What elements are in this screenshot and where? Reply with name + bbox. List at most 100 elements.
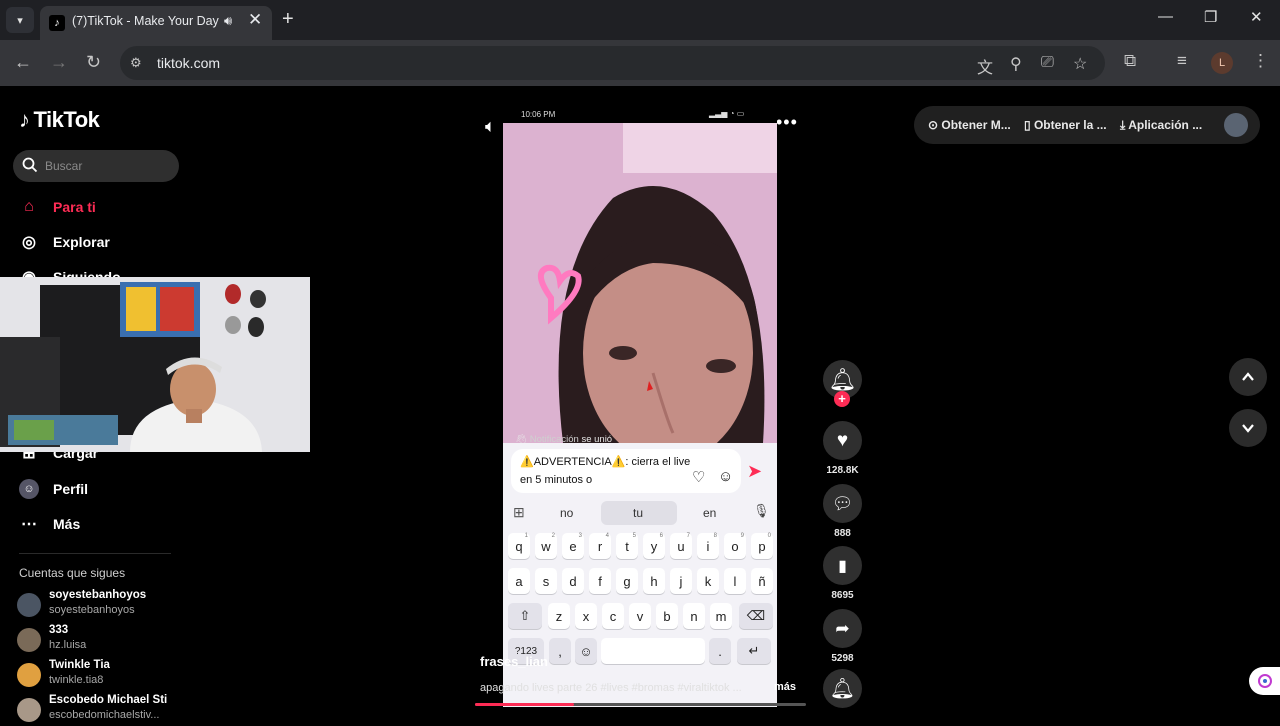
reload-button[interactable]: ↻ bbox=[86, 52, 101, 73]
follow-button[interactable]: + bbox=[834, 391, 850, 407]
back-button[interactable]: ← bbox=[14, 52, 32, 73]
video-player[interactable]: 10:06 PM ▂▃▅ ◔ ▭ 👋︎ Notificación se unió… bbox=[503, 107, 777, 707]
following-section-title: Cuentas que sigues bbox=[19, 566, 126, 580]
followed-account[interactable]: Escobedo Michael Sti escobedomichaelstiv… bbox=[17, 694, 187, 726]
media-control-icon[interactable]: ≡ bbox=[1177, 51, 1187, 71]
nav-explorar[interactable]: ◎ Explorar bbox=[19, 232, 110, 252]
get-item-label: Aplicación ... bbox=[1128, 118, 1203, 132]
key-f: f bbox=[589, 568, 611, 594]
phone-status-bar: 10:06 PM ▂▃▅ ◔ ▭ bbox=[503, 107, 777, 123]
video-progress-fill bbox=[475, 703, 575, 706]
forward-button[interactable]: → bbox=[50, 52, 68, 73]
site-info-icon[interactable]: ⚙︎ bbox=[130, 55, 146, 71]
tiktok-logo[interactable]: ♪ TikTok bbox=[19, 107, 100, 133]
previous-video-button[interactable] bbox=[1229, 358, 1267, 396]
suggestion: en bbox=[703, 506, 717, 520]
volume-icon[interactable]: 🔈︎ bbox=[485, 116, 496, 137]
key-number-hint: 9 bbox=[740, 533, 744, 539]
avatar bbox=[17, 663, 41, 687]
url-text[interactable]: tiktok.com bbox=[157, 55, 220, 71]
bell-icon: 🔔︎ bbox=[829, 678, 856, 700]
nav-para-ti[interactable]: ⌂ Para ti bbox=[19, 197, 96, 217]
share-button[interactable]: ➦ bbox=[823, 609, 862, 648]
search-placeholder: Buscar bbox=[45, 159, 83, 173]
browser-menu-icon[interactable]: ⋮ bbox=[1252, 51, 1269, 71]
followed-account[interactable]: soyestebanhoyos soyestebanhoyos bbox=[17, 589, 187, 621]
key-y: y6 bbox=[643, 533, 665, 559]
floating-assistant-button[interactable] bbox=[1249, 667, 1280, 695]
key-t: t5 bbox=[616, 533, 638, 559]
key-x: x bbox=[575, 603, 597, 629]
next-video-button[interactable] bbox=[1229, 409, 1267, 447]
video-frame: 👋︎ Notificación se unió bbox=[503, 123, 777, 463]
key-l: l bbox=[724, 568, 746, 594]
keyboard-row: q1w2e3r4t5y6u7i8o9p0 bbox=[503, 533, 777, 561]
bell-icon: 🔔︎ bbox=[828, 366, 857, 392]
tab-close-icon[interactable]: ✕ bbox=[248, 10, 262, 30]
desktop-app-link[interactable]: ⤓ Aplicación ... bbox=[1120, 118, 1202, 133]
zoom-icon[interactable]: ⚲ bbox=[1010, 54, 1022, 74]
key-number-hint: 1 bbox=[524, 533, 528, 539]
browser-tab[interactable]: ♪ (7)TikTok - Make Your Day 🔊︎ ✕ bbox=[40, 6, 272, 40]
translate-icon[interactable]: 文 bbox=[977, 54, 993, 78]
install-app-icon[interactable]: ⎚ bbox=[1041, 54, 1054, 72]
nav-perfil[interactable]: ☺ Perfil bbox=[19, 479, 88, 499]
key-n: n bbox=[683, 603, 705, 629]
like-count: 128.8K bbox=[826, 465, 859, 476]
bookmark-icon: ▮ bbox=[838, 557, 847, 575]
share-icon: ➦ bbox=[835, 618, 850, 638]
key-d: d bbox=[562, 568, 584, 594]
avatar bbox=[17, 628, 41, 652]
followed-account[interactable]: 333 hz.luisa bbox=[17, 624, 187, 656]
sidebar-divider bbox=[19, 553, 171, 554]
key-c: c bbox=[602, 603, 624, 629]
tab-audio-icon[interactable]: 🔊︎ bbox=[224, 13, 232, 29]
get-coins-link[interactable]: ⊙ Obtener M... bbox=[928, 118, 1011, 132]
key-r: r4 bbox=[589, 533, 611, 559]
get-app-link[interactable]: ▯ Obtener la ... bbox=[1024, 118, 1107, 132]
extensions-icon[interactable]: ⧉ bbox=[1124, 51, 1136, 71]
followed-account[interactable]: Twinkle Tia twinkle.tia8 bbox=[17, 659, 187, 691]
key-w: w2 bbox=[535, 533, 557, 559]
key-o: o9 bbox=[724, 533, 746, 559]
video-author[interactable]: frases_lian bbox=[480, 654, 548, 669]
tab-search-dropdown-button[interactable]: ▾ bbox=[6, 7, 34, 33]
account-name: soyestebanhoyos bbox=[49, 589, 147, 601]
close-window-button[interactable]: ✕ bbox=[1250, 8, 1263, 26]
key-z: z bbox=[548, 603, 570, 629]
address-bar[interactable]: ⚙︎ tiktok.com 文 ⚲ ⎚ ☆ bbox=[120, 46, 1105, 80]
caption-more-link[interactable]: más bbox=[774, 681, 796, 693]
comma-key: , bbox=[549, 638, 571, 664]
minimize-button[interactable]: — bbox=[1158, 8, 1173, 25]
get-app-bar: ⊙ Obtener M... ▯ Obtener la ... ⤓ Aplica… bbox=[914, 106, 1260, 144]
video-caption[interactable]: apagando lives parte 26 #lives #bromas #… bbox=[480, 682, 742, 694]
key-b: b bbox=[656, 603, 678, 629]
webcam-overlay bbox=[0, 277, 310, 452]
key-m: m bbox=[710, 603, 732, 629]
key-s: s bbox=[535, 568, 557, 594]
search-input[interactable]: Buscar bbox=[13, 150, 179, 182]
more-options-icon[interactable]: ••• bbox=[776, 112, 798, 133]
account-username: escobedomichaelstiv... bbox=[49, 709, 160, 721]
save-button[interactable]: ▮ bbox=[823, 546, 862, 585]
key-e: e3 bbox=[562, 533, 584, 559]
emoji-icon: ☺ bbox=[718, 468, 734, 485]
profile-avatar[interactable]: L bbox=[1211, 52, 1233, 74]
like-button[interactable]: ♥ bbox=[823, 421, 862, 460]
shift-key-icon: ⇧ bbox=[508, 603, 542, 629]
maximize-button[interactable]: ❐ bbox=[1204, 8, 1217, 26]
heart-outline-icon: ♡ bbox=[692, 469, 706, 486]
user-avatar[interactable] bbox=[1224, 113, 1248, 137]
bookmark-star-icon[interactable]: ☆ bbox=[1073, 54, 1087, 74]
sound-avatar[interactable]: 🔔︎ bbox=[823, 669, 862, 708]
backspace-key-icon: ⌫ bbox=[739, 603, 773, 629]
nav-mas[interactable]: ⋯ Más bbox=[19, 514, 80, 534]
apps-grid-icon: ⊞ bbox=[513, 504, 525, 520]
microphone-icon: 🎙︎ bbox=[753, 503, 770, 518]
new-tab-button[interactable]: + bbox=[282, 8, 294, 31]
video-progress-bar[interactable] bbox=[475, 703, 806, 706]
tiktok-favicon-icon: ♪ bbox=[49, 15, 65, 31]
comment-button[interactable]: 💬︎ bbox=[823, 484, 862, 523]
comment-count: 888 bbox=[834, 528, 851, 539]
key-i: i8 bbox=[697, 533, 719, 559]
